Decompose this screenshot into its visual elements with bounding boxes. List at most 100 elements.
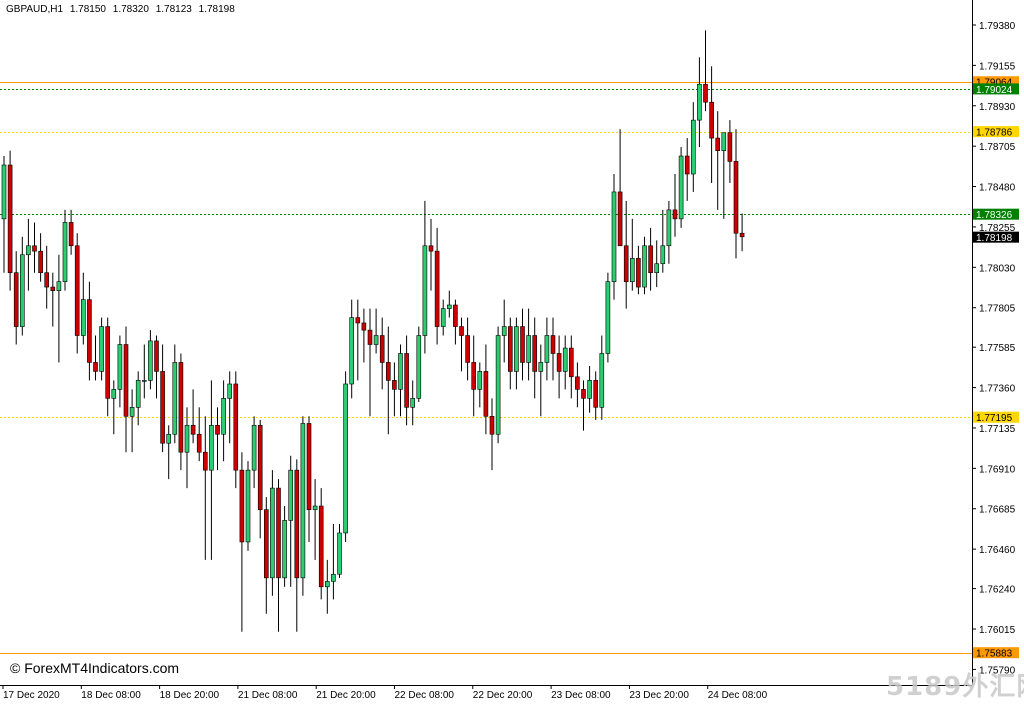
candle-body — [203, 451, 208, 471]
candle-body — [471, 362, 477, 390]
price-tick-label: 1.77360 — [979, 384, 1016, 395]
candle — [349, 299, 355, 399]
candle-body — [739, 232, 745, 238]
candle-body — [251, 424, 257, 471]
candle-body — [733, 161, 739, 234]
candle-body — [13, 272, 19, 327]
candle-body — [715, 137, 721, 151]
candle-body — [532, 335, 538, 372]
candle — [160, 344, 165, 453]
candle — [154, 335, 159, 399]
candle — [361, 308, 367, 363]
candle-body — [666, 209, 672, 247]
candle-body — [697, 83, 702, 121]
candle — [1, 156, 7, 273]
time-tick-label: 17 Dec 2020 — [3, 690, 60, 701]
candle — [410, 380, 416, 426]
candle-body — [648, 245, 653, 274]
candle-body — [654, 263, 660, 274]
candle-body — [520, 326, 525, 363]
candle-body — [379, 335, 385, 363]
candle — [477, 362, 483, 408]
candle-body — [349, 317, 355, 385]
candle-body — [282, 520, 287, 579]
candle-body — [446, 304, 452, 309]
candle — [660, 209, 666, 273]
time-tick-label: 23 Dec 20:00 — [629, 690, 689, 701]
candle — [453, 299, 458, 345]
candle — [404, 335, 409, 426]
candle-body — [99, 326, 104, 372]
candle-body — [477, 371, 483, 390]
candle — [32, 222, 37, 273]
candle-body — [123, 344, 129, 417]
candle-body — [605, 281, 611, 354]
candle — [239, 452, 245, 632]
candle — [44, 245, 50, 309]
time-tick-label: 22 Dec 08:00 — [395, 690, 455, 701]
candle — [184, 407, 190, 489]
candle-body — [190, 424, 196, 435]
candle — [93, 335, 98, 381]
price-tick-label: 1.77135 — [979, 424, 1016, 435]
candle-body — [507, 326, 513, 372]
candle-body — [422, 245, 428, 336]
candle — [428, 218, 434, 291]
candle — [324, 559, 330, 614]
price-chart[interactable]: 1.793801.791551.789301.787051.784801.782… — [0, 0, 1024, 704]
candle-body — [459, 326, 464, 336]
candle — [19, 236, 25, 336]
level-price-label: 1.79024 — [973, 83, 1019, 96]
candle — [593, 371, 599, 420]
candle — [257, 419, 263, 539]
candle — [111, 380, 117, 435]
candle — [605, 272, 611, 363]
level-price-label: 1.77195 — [973, 411, 1019, 424]
candle — [568, 335, 574, 399]
candle-body — [489, 415, 495, 435]
candle — [105, 317, 110, 417]
candle-body — [1, 164, 7, 220]
candle — [623, 200, 629, 309]
candle — [306, 416, 312, 542]
candle — [68, 209, 74, 255]
candle — [379, 317, 385, 390]
candle — [697, 57, 702, 148]
candle — [245, 461, 251, 551]
chart-area[interactable]: 1.79380 1.79155 1.78930 1.78705 1.78480 1.782… — [0, 0, 1024, 704]
candle — [446, 290, 452, 318]
candle-body — [562, 347, 568, 372]
candle — [288, 455, 294, 587]
level-price-label: 1.78786 — [973, 126, 1019, 139]
candle — [13, 251, 19, 345]
candle — [495, 326, 501, 444]
candle — [727, 120, 733, 183]
candle-body — [276, 487, 281, 579]
candle — [270, 470, 275, 596]
candle-body — [337, 532, 342, 575]
candle-body — [636, 258, 641, 288]
candle-body — [568, 347, 574, 378]
candle-body — [331, 573, 336, 582]
candle-body — [56, 281, 62, 291]
price-tick-label: 1.78030 — [979, 263, 1016, 274]
candle — [50, 272, 56, 327]
price-tick-label: 1.76460 — [979, 545, 1016, 556]
candle — [56, 254, 62, 363]
candle — [62, 209, 68, 291]
candle — [123, 326, 129, 453]
candle-body — [550, 335, 556, 354]
candle-body — [294, 469, 300, 579]
price-tick-label: 1.79155 — [979, 61, 1016, 72]
candle-body — [81, 299, 86, 336]
candle-body — [343, 383, 348, 534]
candle-body — [465, 335, 470, 363]
candle — [117, 335, 123, 408]
close-price: 1.78198 — [198, 4, 235, 15]
candle — [196, 407, 202, 462]
candle — [483, 344, 489, 435]
candle — [178, 353, 184, 471]
candle-body — [38, 250, 43, 274]
candle — [166, 425, 171, 480]
watermark: © ForexMT4Indicators.com — [10, 660, 180, 676]
